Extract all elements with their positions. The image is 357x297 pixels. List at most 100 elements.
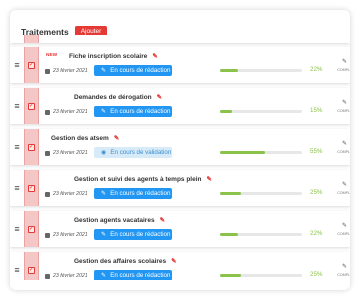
row-title-text: Gestion des affaires scolaires bbox=[74, 257, 167, 265]
row-date: 23 février 2021 bbox=[45, 150, 88, 156]
row-body bbox=[39, 35, 350, 43]
table-row-partial: ≡ bbox=[10, 35, 350, 43]
progress-bar bbox=[220, 274, 302, 277]
status-badge[interactable]: ✎ En cours de rédaction bbox=[94, 229, 172, 240]
complete-label[interactable]: COMPL bbox=[337, 232, 350, 236]
complete-label[interactable]: COMPL bbox=[337, 273, 350, 277]
checkbox-column: ✓ bbox=[24, 252, 39, 280]
complete-label[interactable]: COMPL bbox=[337, 68, 350, 72]
checkbox-column bbox=[24, 35, 39, 43]
table-row[interactable]: ≡ ✓ NEW Fiche inscription scolaire ✎ 23 … bbox=[10, 47, 350, 83]
pencil-icon: ✎ bbox=[101, 67, 107, 74]
pencil-icon[interactable]: ✎ bbox=[152, 52, 157, 60]
status-text: En cours de rédaction bbox=[110, 272, 171, 279]
progress-bar bbox=[220, 151, 302, 154]
row-title: Demandes de dérogation ✎ bbox=[74, 93, 162, 102]
edit-icon[interactable]: ✎ bbox=[342, 140, 347, 147]
checkbox-icon[interactable]: ✓ bbox=[28, 61, 35, 69]
row-date-text: 23 février 2021 bbox=[53, 273, 88, 279]
row-body: Gestion des affaires scolaires ✎ 23 févr… bbox=[39, 252, 350, 280]
new-badge: NEW bbox=[46, 53, 58, 58]
progress-bar bbox=[220, 233, 302, 236]
pencil-icon[interactable]: ✎ bbox=[157, 93, 162, 101]
table-row[interactable]: ≡ ✓ Gestion et suivi des agents à temps … bbox=[10, 170, 350, 206]
row-date-text: 23 février 2021 bbox=[53, 191, 88, 197]
table-row[interactable]: ≡ ✓ Gestion des affaires scolaires ✎ 23 … bbox=[10, 252, 350, 280]
calendar-icon bbox=[45, 232, 50, 238]
table-row[interactable]: ≡ ✓ Demandes de dérogation ✎ 23 février … bbox=[10, 88, 350, 124]
checkbox-icon[interactable]: ✓ bbox=[28, 266, 35, 274]
checkbox-column: ✓ bbox=[24, 47, 39, 83]
row-date: 23 février 2021 bbox=[45, 191, 88, 197]
checkbox-icon[interactable]: ✓ bbox=[28, 184, 35, 192]
pencil-icon[interactable]: ✎ bbox=[114, 134, 119, 142]
table-row[interactable]: ≡ ✓ Gestion des atsem ✎ 23 février 2021 … bbox=[10, 129, 350, 165]
edit-icon[interactable]: ✎ bbox=[342, 222, 347, 229]
row-body: Gestion et suivi des agents à temps plei… bbox=[39, 170, 350, 206]
row-title-text: Demandes de dérogation bbox=[74, 93, 152, 101]
drag-handle-icon[interactable]: ≡ bbox=[10, 35, 24, 43]
eye-icon: ◉ bbox=[101, 149, 107, 156]
complete-label[interactable]: COMPL bbox=[337, 191, 350, 195]
complete-label[interactable]: COMPL bbox=[337, 109, 350, 113]
row-body: NEW Fiche inscription scolaire ✎ 23 févr… bbox=[39, 47, 350, 83]
row-title: Fiche inscription scolaire ✎ bbox=[69, 52, 158, 61]
calendar-icon bbox=[45, 191, 50, 197]
complete-label[interactable]: COMPL bbox=[337, 150, 350, 154]
calendar-icon bbox=[45, 68, 50, 74]
table-row[interactable]: ≡ ✓ Gestion agents vacataires ✎ 23 févri… bbox=[10, 211, 350, 247]
progress-fill bbox=[220, 110, 233, 113]
pencil-icon[interactable]: ✎ bbox=[160, 216, 165, 224]
progress-fill bbox=[220, 192, 241, 195]
edit-icon[interactable]: ✎ bbox=[342, 263, 347, 270]
calendar-icon bbox=[45, 150, 50, 156]
row-title-text: Gestion agents vacataires bbox=[74, 216, 155, 224]
drag-handle-icon[interactable]: ≡ bbox=[10, 47, 24, 83]
row-title: Gestion des atsem ✎ bbox=[51, 134, 119, 143]
status-badge[interactable]: ✎ En cours de rédaction bbox=[94, 270, 172, 280]
calendar-icon bbox=[45, 109, 50, 115]
status-badge[interactable]: ✎ En cours de rédaction bbox=[94, 106, 172, 117]
drag-handle-icon[interactable]: ≡ bbox=[10, 252, 24, 280]
progress-percent: 55% bbox=[310, 148, 323, 155]
status-badge[interactable]: ✎ En cours de rédaction bbox=[94, 188, 172, 199]
pencil-icon[interactable]: ✎ bbox=[207, 175, 212, 183]
row-date: 23 février 2021 bbox=[45, 68, 88, 74]
progress-fill bbox=[220, 69, 239, 72]
row-date-text: 23 février 2021 bbox=[53, 109, 88, 115]
row-title: Gestion et suivi des agents à temps plei… bbox=[74, 175, 212, 184]
drag-handle-icon[interactable]: ≡ bbox=[10, 88, 24, 124]
calendar-icon bbox=[45, 273, 50, 279]
row-date: 23 février 2021 bbox=[45, 273, 88, 279]
edit-icon[interactable]: ✎ bbox=[342, 181, 347, 188]
progress-percent: 25% bbox=[310, 189, 323, 196]
drag-handle-icon[interactable]: ≡ bbox=[10, 170, 24, 206]
row-body: Gestion des atsem ✎ 23 février 2021 ◉ En… bbox=[39, 129, 350, 165]
progress-percent: 25% bbox=[310, 271, 323, 278]
edit-icon[interactable]: ✎ bbox=[342, 58, 347, 65]
row-body: Demandes de dérogation ✎ 23 février 2021… bbox=[39, 88, 350, 124]
status-text: En cours de rédaction bbox=[110, 108, 171, 115]
checkbox-icon[interactable]: ✓ bbox=[28, 225, 35, 233]
status-text: En cours de rédaction bbox=[110, 190, 171, 197]
row-title-text: Gestion des atsem bbox=[51, 134, 109, 142]
checkbox-icon[interactable]: ✓ bbox=[28, 102, 35, 110]
checkbox-column: ✓ bbox=[24, 211, 39, 247]
status-badge[interactable]: ✎ En cours de rédaction bbox=[94, 65, 172, 76]
checkbox-column: ✓ bbox=[24, 88, 39, 124]
pencil-icon[interactable]: ✎ bbox=[171, 257, 176, 265]
progress-fill bbox=[220, 274, 241, 277]
drag-handle-icon[interactable]: ≡ bbox=[10, 129, 24, 165]
row-body: Gestion agents vacataires ✎ 23 février 2… bbox=[39, 211, 350, 247]
checkbox-icon[interactable]: ✓ bbox=[28, 143, 35, 151]
row-title-text: Gestion et suivi des agents à temps plei… bbox=[74, 175, 202, 183]
row-date: 23 février 2021 bbox=[45, 109, 88, 115]
progress-fill bbox=[220, 233, 239, 236]
edit-icon[interactable]: ✎ bbox=[342, 99, 347, 106]
progress-bar bbox=[220, 69, 302, 72]
drag-handle-icon[interactable]: ≡ bbox=[10, 211, 24, 247]
status-badge[interactable]: ◉ En cours de validation bbox=[94, 147, 172, 158]
pencil-icon: ✎ bbox=[101, 272, 107, 279]
treatments-list: ≡ ≡ ✓ NEW Fiche inscription scolaire ✎ 2… bbox=[10, 35, 350, 280]
row-date-text: 23 février 2021 bbox=[53, 150, 88, 156]
